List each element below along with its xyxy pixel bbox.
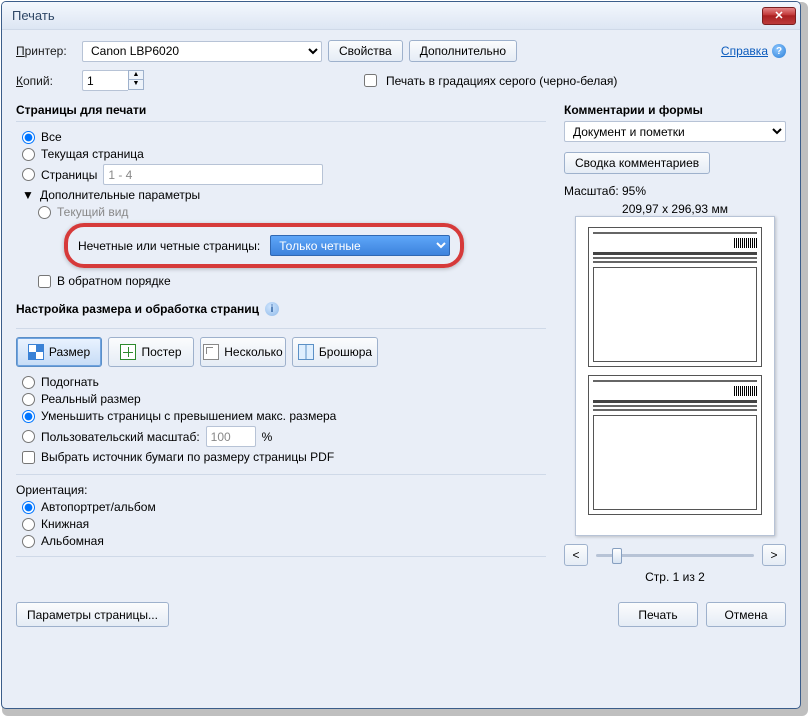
actual-radio[interactable] [22,393,35,406]
sizing-title: Настройка размера и обработка страниц [16,302,259,316]
orientation-title: Ориентация: [16,483,546,497]
pages-all-radio[interactable] [22,131,35,144]
orient-auto-label: Автопортрет/альбом [41,500,156,514]
titlebar: Печать ✕ [2,2,800,30]
custom-scale-input[interactable] [206,426,256,447]
poster-icon [120,344,136,360]
grayscale-checkbox[interactable] [364,74,377,87]
size-icon [28,344,44,360]
copies-down[interactable]: ▼ [128,80,144,90]
shrink-label: Уменьшить страницы с превышением макс. р… [41,409,336,423]
close-icon: ✕ [774,9,783,22]
nup-tab[interactable]: Несколько [200,337,286,367]
percent-label: % [262,430,273,444]
slider-thumb[interactable] [612,548,622,564]
advanced-button[interactable]: Дополнительно [409,40,517,62]
pages-range-label: Страницы [41,168,97,182]
cancel-button[interactable]: Отмена [706,602,786,627]
orient-portrait-label: Книжная [41,517,89,531]
paper-source-checkbox[interactable] [22,451,35,464]
custom-label: Пользовательский масштаб: [41,430,200,444]
booklet-icon [298,344,314,360]
preview-doc-2 [588,375,762,515]
printer-select[interactable]: Canon LBP6020 [82,41,322,62]
custom-radio[interactable] [22,430,35,443]
close-button[interactable]: ✕ [762,7,796,25]
size-tab[interactable]: Размер [16,337,102,367]
preview-doc-1 [588,227,762,367]
comments-title: Комментарии и формы [564,103,786,117]
booklet-tab[interactable]: Брошюра [292,337,378,367]
printer-label: Принтер: [16,44,76,58]
pages-current-radio[interactable] [22,148,35,161]
preview-slider[interactable] [596,554,754,557]
odd-even-callout: Нечетные или четные страницы: Только чет… [64,223,464,268]
fit-label: Подогнать [41,375,99,389]
reverse-label: В обратном порядке [57,274,171,288]
dimensions-label: 209,97 x 296,93 мм [564,202,786,216]
copies-label: Копий: [16,74,76,88]
window-title: Печать [12,8,762,23]
print-button[interactable]: Печать [618,602,698,627]
fit-radio[interactable] [22,376,35,389]
pages-all-label: Все [41,130,62,144]
poster-tab[interactable]: Постер [108,337,194,367]
reverse-checkbox[interactable] [38,275,51,288]
properties-button[interactable]: Свойства [328,40,403,62]
print-dialog: Печать ✕ Принтер: Canon LBP6020 Свойства… [1,1,801,709]
page-setup-button[interactable]: Параметры страницы... [16,602,169,627]
pages-title: Страницы для печати [16,103,546,117]
pages-range-input[interactable] [103,164,323,185]
help-link[interactable]: Справка ? [721,44,786,58]
pages-range-radio[interactable] [22,168,35,181]
scale-label: Масштаб: 95% [564,184,786,198]
expand-icon[interactable]: ▼ [22,188,34,202]
orient-landscape-label: Альбомная [41,534,104,548]
orient-auto-radio[interactable] [22,501,35,514]
odd-even-label: Нечетные или четные страницы: [78,239,260,253]
orient-portrait-radio[interactable] [22,518,35,531]
next-page-button[interactable]: > [762,544,786,566]
preview-pane [575,216,775,536]
info-icon[interactable]: i [265,302,279,316]
more-options-label[interactable]: Дополнительные параметры [40,188,200,202]
copies-input[interactable] [82,70,128,91]
actual-label: Реальный размер [41,392,141,406]
help-icon: ? [772,44,786,58]
prev-page-button[interactable]: < [564,544,588,566]
pages-current-label: Текущая страница [41,147,144,161]
orient-landscape-radio[interactable] [22,535,35,548]
odd-even-select[interactable]: Только четные [270,235,450,256]
nup-icon [203,344,219,360]
current-view-radio[interactable] [38,206,51,219]
paper-source-label: Выбрать источник бумаги по размеру стран… [41,450,334,464]
current-view-label: Текущий вид [57,205,128,219]
shrink-radio[interactable] [22,410,35,423]
comments-select[interactable]: Документ и пометки [564,121,786,142]
page-of-label: Стр. 1 из 2 [564,570,786,584]
copies-up[interactable]: ▲ [128,70,144,80]
grayscale-label: Печать в градациях серого (черно-белая) [386,74,617,88]
summary-button[interactable]: Сводка комментариев [564,152,710,174]
